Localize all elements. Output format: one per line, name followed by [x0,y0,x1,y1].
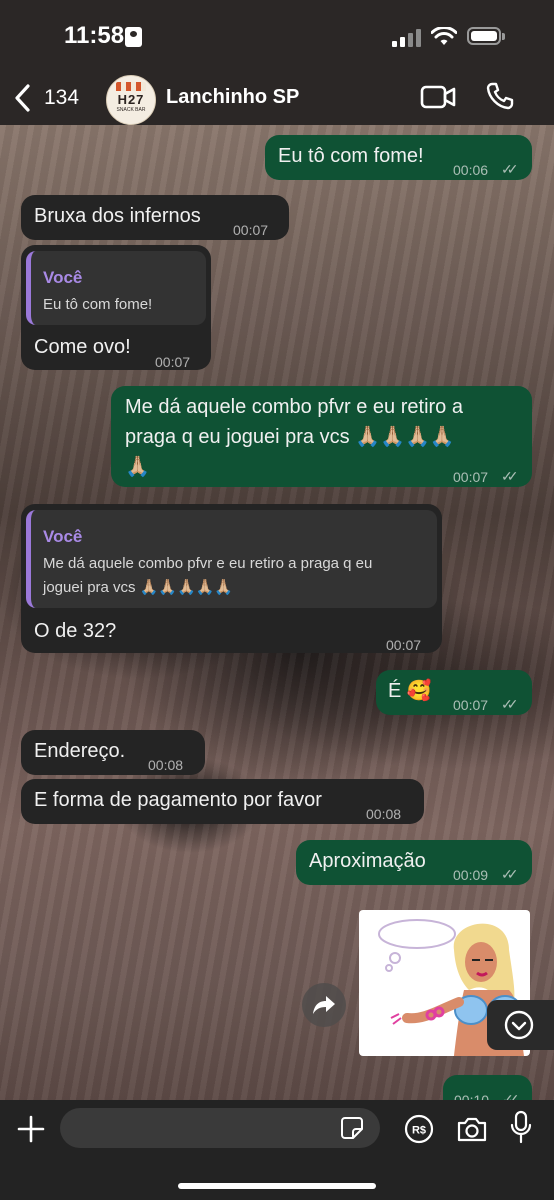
message-text-line: Me dá aquele combo pfvr e eu retiro a [125,396,463,418]
message-bubble-outgoing[interactable]: Aproximação 00:09 ✓✓ [296,840,532,885]
message-text: É 🥰 [388,680,432,702]
sticker-button[interactable] [340,1116,364,1140]
message-text: Eu tô com fome! [278,145,424,167]
quoted-message[interactable]: Você Me dá aquele combo pfvr e eu retiro… [26,510,437,608]
message-text-line: praga q eu joguei pra vcs 🙏🏼🙏🏼🙏🏼🙏🏼 [125,426,455,448]
message-bubble-incoming[interactable]: E forma de pagamento por favor 00:08 [21,779,424,824]
forward-button[interactable] [302,983,346,1027]
quote-text-line: joguei pra vcs 🙏🏼🙏🏼🙏🏼🙏🏼🙏🏼 [43,579,234,596]
avatar-logo-text: H27 [117,92,145,107]
message-bubble-incoming[interactable]: Endereço. 00:08 [21,730,205,775]
message-time: 00:09 [453,867,489,883]
back-button[interactable]: 134 [14,82,84,114]
scroll-to-bottom-button[interactable] [487,1000,554,1050]
attach-plus-button[interactable] [16,1114,46,1144]
read-receipt-icon: ✓✓ [501,866,519,882]
message-time: 00:06 [453,162,489,178]
battery-icon [467,27,505,45]
chevron-down-circle-icon [504,1010,534,1040]
chat-title[interactable]: Lanchinho SP [166,86,299,109]
message-time: 00:07 [453,469,489,485]
message-time: 00:08 [366,806,402,822]
forward-arrow-icon [313,996,335,1014]
microphone-button[interactable] [510,1110,532,1144]
quote-author: Você [43,268,83,287]
quote-text-line: Me dá aquele combo pfvr e eu retiro a pr… [43,555,373,572]
home-indicator[interactable] [178,1183,376,1189]
message-text: Aproximação [309,850,426,872]
id-card-icon [125,27,142,47]
message-bubble-outgoing[interactable]: Eu tô com fome! 00:06 ✓✓ [265,135,532,180]
message-time: 00:07 [155,354,191,370]
message-time: 00:08 [148,757,184,773]
message-text: Come ovo! [34,336,131,358]
message-bubble-outgoing[interactable]: Me dá aquele combo pfvr e eu retiro a pr… [111,386,532,487]
message-time: 00:07 [233,222,269,238]
message-bubble-incoming[interactable]: Você Me dá aquele combo pfvr e eu retiro… [21,504,442,653]
svg-text:R$: R$ [412,1125,426,1137]
message-text-line: 🙏🏼 [125,456,150,478]
unread-count: 134 [44,86,80,109]
video-call-button[interactable] [420,84,456,110]
phone-call-button[interactable] [486,82,514,110]
message-text: Endereço. [34,740,126,762]
chevron-left-icon [15,84,30,112]
message-input[interactable] [60,1108,380,1148]
wifi-icon [431,27,457,45]
avatar[interactable]: H27 SNACK BAR [106,75,156,125]
message-time: 00:07 [453,697,489,713]
message-time: 00:07 [386,637,422,653]
chat-header: 11:58 134 H27 SNACK BAR Lanchinho SP [0,0,554,125]
avatar-logo-subtext: SNACK BAR [116,107,146,113]
read-receipt-icon: ✓✓ [501,468,519,484]
message-bubble-outgoing[interactable]: É 🥰 00:07 ✓✓ [376,670,532,715]
message-text: Bruxa dos infernos [34,205,201,227]
read-receipt-icon: ✓✓ [501,161,519,177]
quote-text: Eu tô com fome! [43,296,153,313]
quote-author: Você [43,527,83,546]
logo-awning [116,82,146,91]
message-bubble-incoming[interactable]: Bruxa dos infernos 00:07 [21,195,289,240]
quoted-message[interactable]: Você Eu tô com fome! [26,251,206,325]
message-text: O de 32? [34,620,117,642]
message-bubble-incoming[interactable]: Você Eu tô com fome! Come ovo! 00:07 [21,245,211,370]
message-text: E forma de pagamento por favor [34,789,322,811]
camera-button[interactable] [456,1114,488,1144]
status-time: 11:58 [64,22,125,49]
cellular-signal-icon [392,29,422,47]
read-receipt-icon: ✓✓ [501,696,519,712]
payment-button[interactable]: R$ [404,1114,434,1144]
